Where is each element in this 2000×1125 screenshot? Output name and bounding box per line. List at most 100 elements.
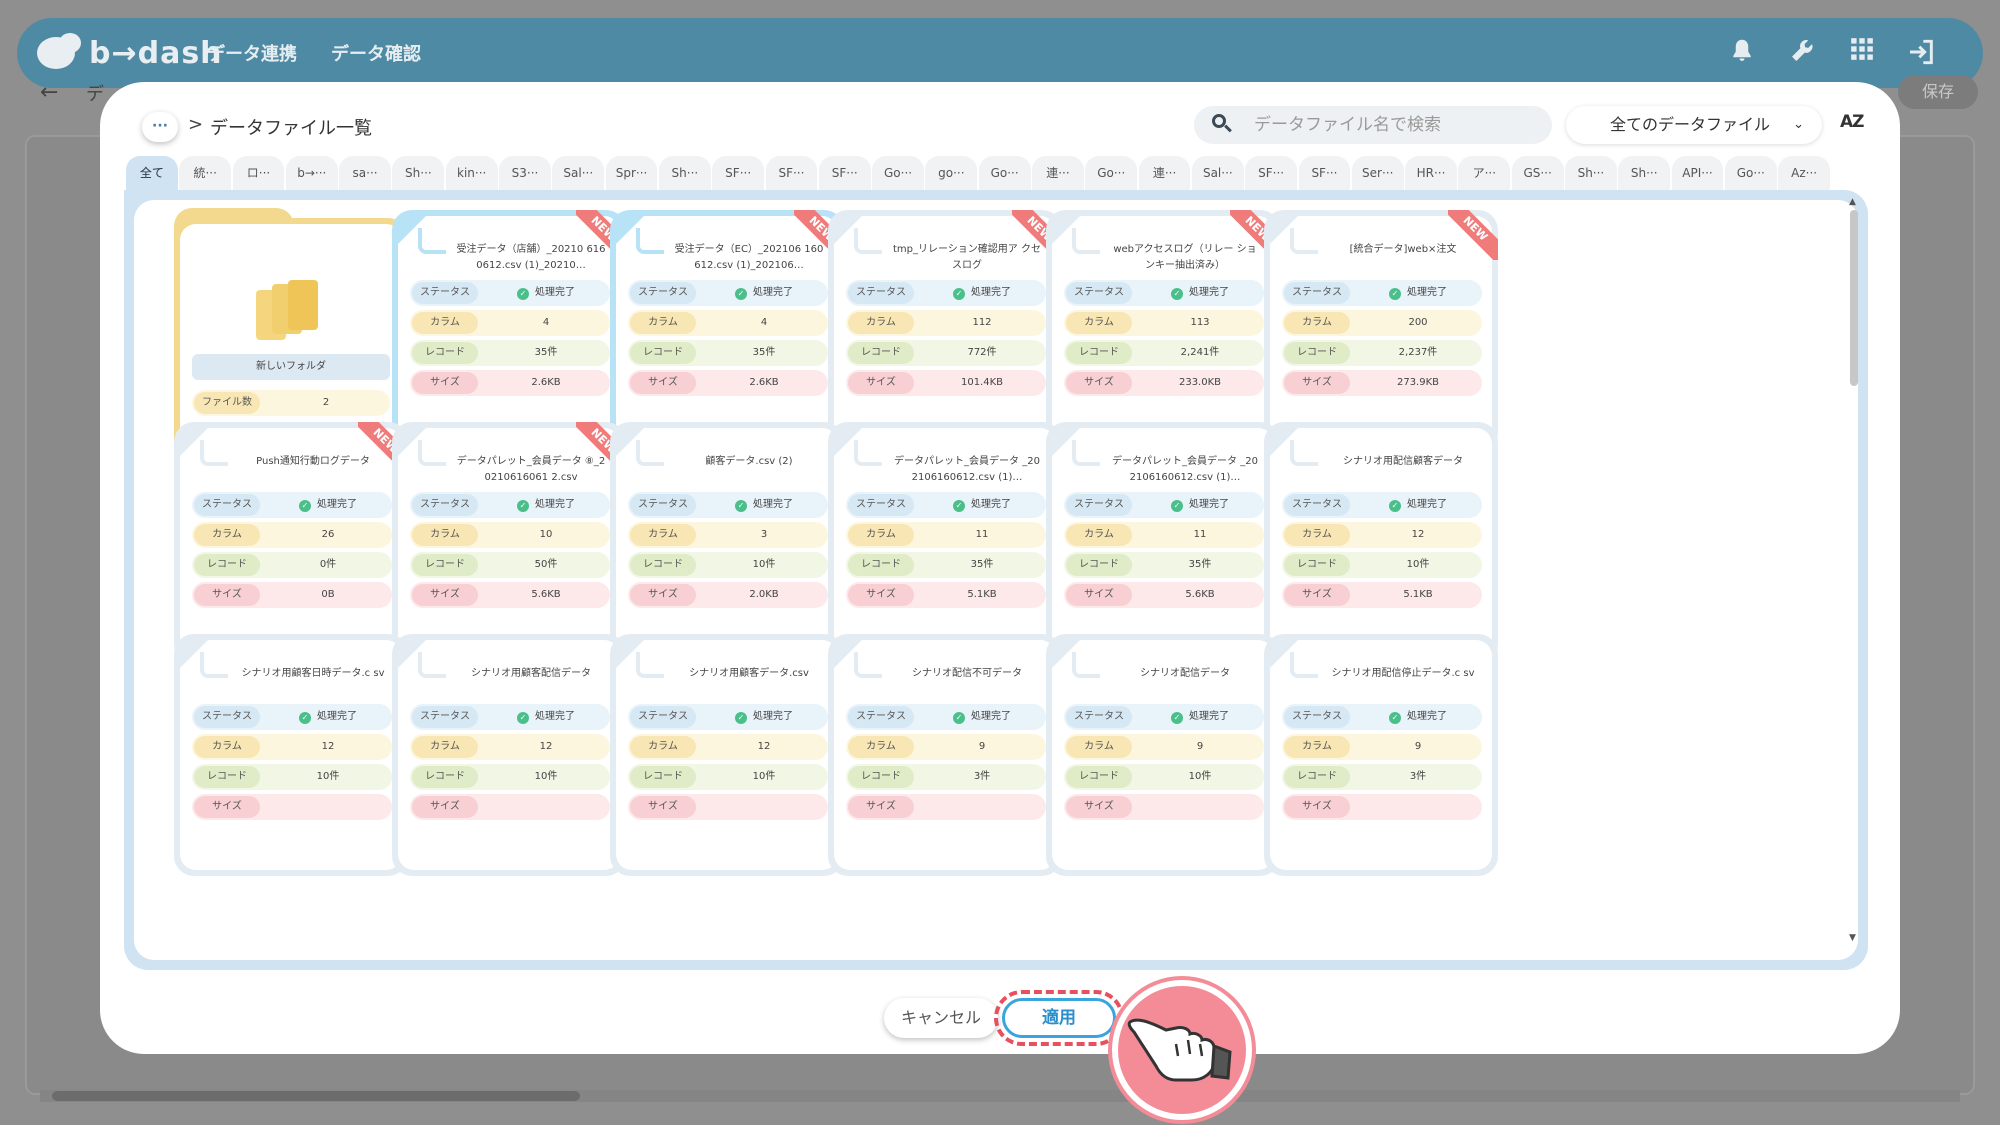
b-dash-logo[interactable]: b→dash [37, 26, 223, 80]
check-circle-icon: ✓ [953, 500, 965, 512]
sort-az-icon[interactable]: AZ [1840, 112, 1865, 132]
modal-title: データファイル一覧 [210, 118, 372, 139]
file-size-row: サイズ 5.1KB [846, 582, 1046, 608]
status-label: ステータス [848, 706, 914, 728]
source-tab[interactable]: ロ··· [232, 156, 285, 190]
source-tab[interactable]: Az··· [1778, 156, 1830, 190]
source-tab[interactable]: SF··· [1298, 156, 1351, 190]
file-card[interactable]: tmp_リレーション確認用ア クセスログ ステータス ✓ 処理完了 カラム 112… [828, 210, 1062, 452]
column-count-value: 200 [1408, 317, 1428, 328]
file-size-label: サイズ [630, 796, 696, 818]
check-circle-icon: ✓ [1171, 712, 1183, 724]
record-count-label: レコード [630, 554, 696, 576]
source-tab[interactable]: Sh··· [392, 156, 445, 190]
file-card[interactable]: データパレット_会員データ _202106160612.csv (1)… ステー… [1046, 422, 1280, 664]
file-card[interactable]: データパレット_会員データ ⑧_20210616061 2.csv ステータス … [392, 422, 626, 664]
file-card[interactable]: webアクセスログ（リレー ションキー抽出済み） ステータス ✓ 処理完了 カラム… [1046, 210, 1280, 452]
source-tab[interactable]: 統··· [179, 156, 232, 190]
breadcrumb-more-button[interactable]: ··· [142, 112, 178, 142]
status-row: ステータス ✓ 処理完了 [1064, 280, 1264, 306]
file-card[interactable]: シナリオ用配信顧客データ ステータス ✓ 処理完了 カラム 12 レコード 10件… [1264, 422, 1498, 664]
file-card[interactable]: シナリオ用配信停止データ.c sv ステータス ✓ 処理完了 カラム 9 レコード… [1264, 634, 1498, 876]
file-filter-select[interactable]: 全てのデータファイル ⌄ [1566, 106, 1822, 144]
horizontal-scrollbar-thumb[interactable] [52, 1091, 580, 1101]
scroll-down-icon[interactable]: ▼ [1849, 933, 1856, 943]
status-value: ✓ 処理完了 [1136, 492, 1264, 518]
save-button[interactable]: 保存 [1898, 75, 1978, 109]
vertical-scrollbar-thumb[interactable] [1850, 210, 1858, 386]
status-label: ステータス [412, 494, 478, 516]
column-count-value: 12 [1411, 529, 1425, 540]
source-tab[interactable]: SF··· [712, 156, 765, 190]
record-count-label: レコード [412, 342, 478, 364]
source-tab[interactable]: sa··· [339, 156, 391, 190]
file-card[interactable]: シナリオ配信不可データ ステータス ✓ 処理完了 カラム 9 レコード 3件 サイ… [828, 634, 1062, 876]
file-size-row: サイズ 2.6KB [628, 370, 828, 396]
source-tab[interactable]: ア··· [1458, 156, 1511, 190]
source-tab[interactable]: Sh··· [658, 156, 711, 190]
column-count-value: 112 [972, 317, 992, 328]
search-box [1194, 106, 1552, 144]
source-tab[interactable]: Spr··· [605, 156, 658, 190]
status-row: ステータス ✓ 処理完了 [1282, 704, 1482, 730]
apply-button[interactable]: 適用 [1002, 998, 1116, 1038]
nav-data-check[interactable]: データ確認 [331, 40, 421, 66]
source-tab[interactable]: kin··· [445, 156, 498, 190]
record-count-row: レコード 35件 [628, 340, 828, 366]
source-tab[interactable]: Go··· [1085, 156, 1138, 190]
file-card[interactable]: Push通知行動ログデータ ステータス ✓ 処理完了 カラム 26 レコード 0件… [174, 422, 408, 664]
column-count-value: 4 [760, 317, 768, 328]
column-count-row: カラム 12 [628, 734, 828, 760]
source-tab[interactable]: 連··· [1032, 156, 1084, 190]
file-card[interactable]: 顧客データ.csv (2) ステータス ✓ 処理完了 カラム 3 レコード 10件… [610, 422, 844, 664]
source-tab[interactable]: go··· [925, 156, 978, 190]
search-icon [1212, 114, 1232, 134]
vertical-scrollbar[interactable]: ▲ ▼ [1848, 197, 1860, 943]
file-card[interactable]: 受注データ（店舗）_20210 6160612.csv (1)_20210… ス… [392, 210, 626, 452]
record-count-value: 10件 [316, 771, 340, 782]
file-card[interactable]: シナリオ用顧客日時データ.c sv ステータス ✓ 処理完了 カラム 12 レコー… [174, 634, 408, 876]
source-tab[interactable]: S3··· [499, 156, 551, 190]
file-card[interactable]: 受注データ（EC）_202106 160612.csv (1)_202106… … [610, 210, 844, 452]
source-tab[interactable]: SF··· [765, 156, 818, 190]
grid-apps-icon[interactable] [1845, 36, 1879, 70]
source-tab[interactable]: Sh··· [1565, 156, 1617, 190]
check-circle-icon: ✓ [299, 712, 311, 724]
record-count-label: レコード [1284, 766, 1350, 788]
file-card[interactable]: シナリオ用顧客配信データ ステータス ✓ 処理完了 カラム 12 レコード 10件… [392, 634, 626, 876]
logout-icon[interactable] [1905, 36, 1939, 70]
source-tab[interactable]: Sh··· [1618, 156, 1671, 190]
nav-data-integration[interactable]: データ連携 [207, 40, 297, 66]
source-tab[interactable]: Go··· [978, 156, 1031, 190]
file-corner-icon [1290, 228, 1318, 254]
file-card[interactable]: シナリオ配信データ ステータス ✓ 処理完了 カラム 9 レコード 10件 サイズ [1046, 634, 1280, 876]
record-count-label: レコード [412, 766, 478, 788]
source-tab[interactable]: SF··· [1245, 156, 1298, 190]
record-count-row: レコード 10件 [1282, 552, 1482, 578]
source-tab[interactable]: Go··· [872, 156, 924, 190]
source-tab[interactable]: Ser··· [1351, 156, 1404, 190]
source-tab[interactable]: b→··· [285, 156, 338, 190]
back-arrow-icon[interactable]: ← [40, 80, 58, 105]
file-card[interactable]: データパレット_会員データ _202106160612.csv (1)… ステー… [828, 422, 1062, 664]
file-corner-icon [1290, 440, 1318, 466]
source-tab[interactable]: GS··· [1511, 156, 1564, 190]
source-tab[interactable]: Sal··· [1191, 156, 1244, 190]
source-tab[interactable]: HR··· [1405, 156, 1457, 190]
search-input[interactable] [1254, 106, 1544, 144]
source-tab[interactable]: 連··· [1138, 156, 1191, 190]
file-card[interactable]: シナリオ用顧客データ.csv ステータス ✓ 処理完了 カラム 12 レコード 1… [610, 634, 844, 876]
source-tab[interactable]: Sal··· [552, 156, 605, 190]
file-title: シナリオ用顧客配信データ [471, 668, 591, 679]
scroll-up-icon[interactable]: ▲ [1849, 197, 1856, 207]
source-tab[interactable]: API··· [1671, 156, 1724, 190]
file-card[interactable]: [統合データ]web×注文 ステータス ✓ 処理完了 カラム 200 レコード 2… [1264, 210, 1498, 452]
bell-icon[interactable] [1725, 36, 1759, 70]
wrench-icon[interactable] [1785, 36, 1819, 70]
source-tab[interactable]: SF··· [818, 156, 871, 190]
source-tab[interactable]: 全て [126, 156, 178, 190]
folder-name: 新しいフォルダ [192, 354, 390, 380]
column-count-label: カラム [194, 736, 260, 758]
source-tab[interactable]: Go··· [1724, 156, 1777, 190]
cancel-button[interactable]: キャンセル [884, 998, 998, 1038]
